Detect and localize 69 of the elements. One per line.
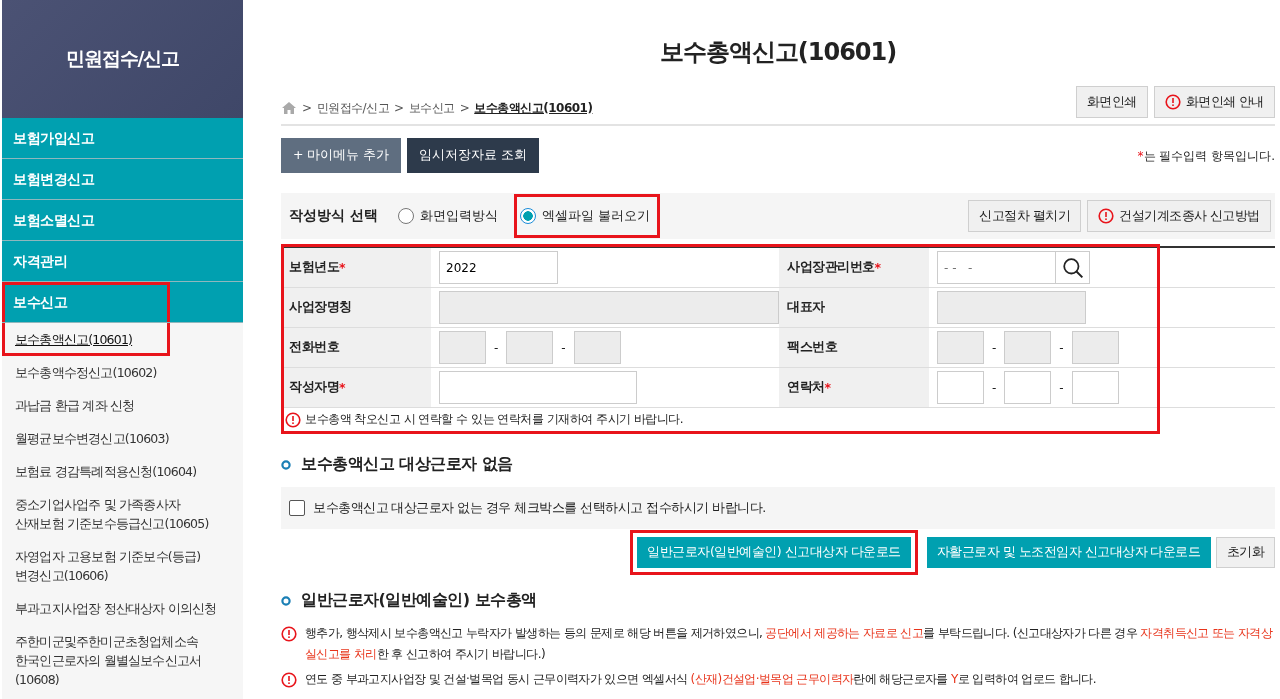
breadcrumb-link[interactable]: 민원접수/신고 (316, 99, 390, 117)
notice-text: 행추가, 행삭제시 보수총액신고 누락자가 발생하는 등의 문제로 해당 버튼을 제거하였으니, 공단에서 제공하는 자료로 신고를 부탁드립니다. (신고대상자가 다른 경우 자격취득신고 또는 자격상실신고를 처리 한 후 신고하여 주시기 바랍니다.) (305, 625, 1274, 663)
section-title: 보수총액신고 대상근로자 없음 (301, 454, 513, 475)
field-label: 전화번호 (281, 328, 431, 368)
sidebar-item[interactable]: 자영업자 고용보험 기준보수(등급) 변경신고(10606) (2, 540, 243, 592)
breadcrumb-link[interactable]: 보수신고 (408, 99, 455, 117)
alert-icon (1098, 208, 1114, 224)
alert-icon (281, 626, 297, 642)
breadcrumb-link[interactable]: 보수총액신고(10601) (474, 99, 593, 117)
action-button[interactable]: 임시저장자료 조회 (407, 138, 540, 173)
input-field[interactable] (1071, 371, 1119, 404)
home-icon (281, 100, 297, 116)
method-label: 작성방식 선택 (289, 207, 378, 225)
input-field[interactable] (937, 291, 1086, 324)
alert-icon (281, 672, 297, 688)
radio-button[interactable] (397, 208, 414, 224)
breadcrumb-separator: > (459, 101, 470, 115)
input-field[interactable]: 2022 (439, 251, 558, 284)
action-button[interactable]: + 마이메뉴 추가 (281, 138, 402, 173)
separator-text: - (494, 340, 499, 355)
field-label: 사업장관리번호* (779, 248, 929, 288)
download-button[interactable]: 초기화 (1215, 537, 1275, 568)
field-label: 연락처* (779, 368, 929, 408)
sidebar-item[interactable]: 중소기업사업주 및 가족종사자 산재보험 기준보수등급신고(10605) (2, 488, 243, 540)
notice-text: 보수총액 착오신고 시 연락할 수 있는 연락처를 기재하여 주시기 바랍니다. (305, 411, 684, 428)
separator-text: - (992, 380, 997, 395)
field-label: 대표자 (779, 288, 929, 328)
separator-text: - (1059, 380, 1064, 395)
separator-text: - (561, 340, 566, 355)
required-note: *는 필수입력 항목입니다. (1137, 148, 1275, 165)
search-field[interactable]: - - - (937, 251, 1056, 284)
search-button[interactable] (1056, 251, 1090, 284)
bullet-icon (281, 459, 291, 470)
sidebar-item[interactable]: 보험료 경감특례적용신청(10604) (2, 455, 243, 488)
print-button[interactable]: 화면인쇄 안내 (1153, 86, 1275, 118)
notice-text: 연도 중 부과고지사업장 및 건설·벌목업 동시 근무이력자가 있으면 엑셀서식 (산재)건설업·벌목업 근무이력자란에 해당근로자를 Y로 입력하여 업로드 합니다. (305, 671, 1096, 688)
sidebar-item[interactable]: 주한미군및주한미군초청업체소속 한국인근로자의 월별실보수신고서 (10608) (2, 625, 243, 696)
sidebar-item[interactable]: 보수총액신고(10601) (2, 323, 243, 356)
search-icon (1061, 256, 1084, 279)
sidebar-item[interactable]: 과납금 환급 계좌 신청 (2, 389, 243, 422)
separator-text: - (992, 340, 997, 355)
sidebar-item[interactable]: 월평균보수변경신고(10603) (2, 422, 243, 455)
sidebar-item[interactable]: 보수총액수정신고(10602) (2, 356, 243, 389)
input-field[interactable] (439, 371, 637, 404)
input-field[interactable] (1004, 371, 1052, 404)
checkbox-option[interactable]: 보수총액신고 대상근로자 없는 경우 체크박스를 선택하시고 접수하시기 바랍니다. (289, 499, 766, 517)
breadcrumb-separator: > (394, 101, 404, 115)
method-button[interactable]: 건설기계조종사 신고방법 (1087, 200, 1271, 232)
alert-icon (285, 411, 301, 428)
sidebar-title: 민원접수/신고 (65, 46, 180, 71)
alert-icon (1164, 94, 1181, 110)
field-label: 사업장명칭 (281, 288, 431, 328)
radio-option[interactable]: 엑셀파일 불러오기 (513, 194, 660, 238)
section-title: 일반근로자(일반예술인) 보수총액 (301, 590, 537, 611)
checkbox[interactable] (289, 500, 305, 516)
field-label: 보험년도* (281, 248, 431, 288)
page-title: 보수총액신고(10601) (658, 37, 898, 68)
bullet-icon (281, 595, 291, 606)
sidebar-item[interactable]: 부과고지사업장 정산대상자 이의신청 (2, 592, 243, 625)
separator-text: - (1059, 340, 1064, 355)
breadcrumb-separator: > (302, 101, 312, 115)
radio-button[interactable] (519, 208, 536, 224)
method-button[interactable]: 신고절차 펼치기 (968, 200, 1081, 232)
field-label: 작성자명* (281, 368, 431, 408)
radio-option[interactable]: 화면입력방식 (393, 194, 502, 238)
input-field[interactable] (937, 371, 984, 404)
input-field[interactable] (439, 291, 779, 324)
field-label: 팩스번호 (779, 328, 929, 368)
print-button[interactable]: 화면인쇄 (1075, 86, 1148, 118)
